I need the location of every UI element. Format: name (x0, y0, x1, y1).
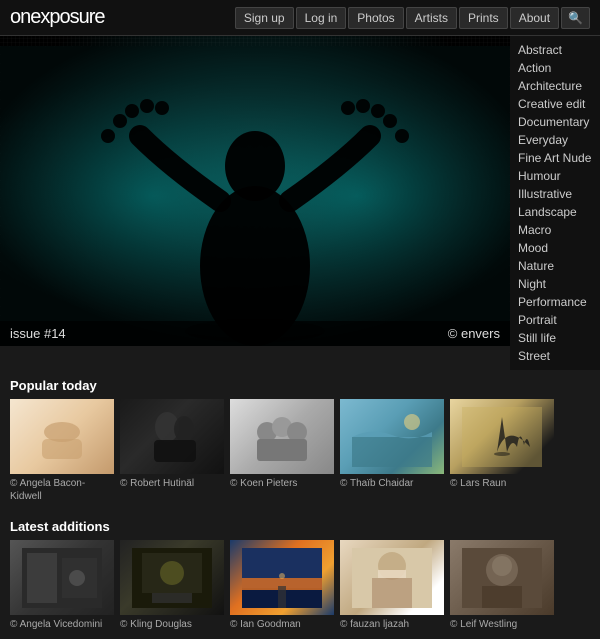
list-item: © Angela Bacon-Kidwell (10, 399, 114, 503)
main-content: issue #14 © envers AbstractActionArchite… (0, 36, 600, 370)
artists-button[interactable]: Artists (406, 7, 457, 29)
sidebar-category-16[interactable]: Still life (518, 329, 592, 347)
popular-credit-1: © Angela Bacon-Kidwell (10, 477, 114, 503)
nav: Sign up Log in Photos Artists Prints Abo… (235, 7, 590, 29)
latest-credit-3: © Ian Goodman (230, 618, 334, 631)
popular-section: Popular today © Angela Bacon-Kidwell (0, 370, 600, 511)
popular-thumb-5[interactable] (450, 399, 554, 474)
popular-credit-4: © Thaïb Chaidar (340, 477, 444, 490)
sidebar-category-15[interactable]: Portrait (518, 311, 592, 329)
sidebar-category-17[interactable]: Street (518, 347, 592, 365)
list-item: © Angela Vicedomini (10, 540, 114, 631)
popular-title: Popular today (10, 378, 590, 393)
sidebar-category-4[interactable]: Documentary (518, 113, 592, 131)
latest-thumb-3[interactable] (230, 540, 334, 615)
hero-photo (0, 36, 510, 346)
sidebar-category-12[interactable]: Nature (518, 257, 592, 275)
hero-issue: issue #14 (10, 326, 66, 341)
latest-credit-4: © fauzan ljazah (340, 618, 444, 631)
sidebar-category-9[interactable]: Landscape (518, 203, 592, 221)
hero-credit: © envers (448, 326, 500, 341)
latest-thumb-2[interactable] (120, 540, 224, 615)
photos-button[interactable]: Photos (348, 7, 403, 29)
sidebar-category-14[interactable]: Performance (518, 293, 592, 311)
popular-thumb-4[interactable] (340, 399, 444, 474)
latest-section: Latest additions © Angela Vicedomini (0, 511, 600, 639)
latest-thumb-1[interactable] (10, 540, 114, 615)
list-item: © Robert Hutinäl (120, 399, 224, 503)
sidebar-category-6[interactable]: Fine Art Nude (518, 149, 592, 167)
latest-credit-2: © Kling Douglas (120, 618, 224, 631)
categories-list: AbstractActionArchitectureCreative editD… (518, 41, 592, 365)
latest-title: Latest additions (10, 519, 590, 534)
latest-credit-5: © Leif Westling (450, 618, 554, 631)
header: onexposure Sign up Log in Photos Artists… (0, 0, 600, 36)
sidebar-category-3[interactable]: Creative edit (518, 95, 592, 113)
popular-thumb-1[interactable] (10, 399, 114, 474)
logo-on: on (10, 6, 30, 28)
sidebar-category-10[interactable]: Macro (518, 221, 592, 239)
list-item: © Kling Douglas (120, 540, 224, 631)
popular-thumbs: © Angela Bacon-Kidwell © Robert Hutinäl (10, 399, 590, 503)
hero-caption: issue #14 © envers (0, 321, 510, 346)
prints-button[interactable]: Prints (459, 7, 508, 29)
list-item: © Koen Pieters (230, 399, 334, 503)
latest-thumb-5[interactable] (450, 540, 554, 615)
list-item: © Ian Goodman (230, 540, 334, 631)
popular-thumb-2[interactable] (120, 399, 224, 474)
sidebar-category-1[interactable]: Action (518, 59, 592, 77)
logo: onexposure (10, 6, 105, 29)
sidebar-category-2[interactable]: Architecture (518, 77, 592, 95)
sidebar-category-7[interactable]: Humour (518, 167, 592, 185)
popular-credit-5: © Lars Raun (450, 477, 554, 490)
hero-image: issue #14 © envers (0, 36, 510, 346)
logo-exposure: exposure (30, 6, 104, 28)
list-item: © Thaïb Chaidar (340, 399, 444, 503)
search-button[interactable]: 🔍 (561, 7, 590, 29)
sidebar: AbstractActionArchitectureCreative editD… (510, 36, 600, 370)
sidebar-category-11[interactable]: Mood (518, 239, 592, 257)
list-item: © Leif Westling (450, 540, 554, 631)
login-button[interactable]: Log in (296, 7, 347, 29)
hero-silhouette (0, 36, 510, 346)
list-item: © fauzan ljazah (340, 540, 444, 631)
sidebar-category-0[interactable]: Abstract (518, 41, 592, 59)
list-item: © Lars Raun (450, 399, 554, 503)
sidebar-category-8[interactable]: Illustrative (518, 185, 592, 203)
sidebar-category-13[interactable]: Night (518, 275, 592, 293)
latest-thumb-4[interactable] (340, 540, 444, 615)
about-button[interactable]: About (510, 7, 559, 29)
signup-button[interactable]: Sign up (235, 7, 294, 29)
popular-thumb-3[interactable] (230, 399, 334, 474)
popular-credit-2: © Robert Hutinäl (120, 477, 224, 490)
latest-thumbs: © Angela Vicedomini © Kling Douglas (10, 540, 590, 631)
popular-credit-3: © Koen Pieters (230, 477, 334, 490)
sidebar-category-5[interactable]: Everyday (518, 131, 592, 149)
latest-credit-1: © Angela Vicedomini (10, 618, 114, 631)
